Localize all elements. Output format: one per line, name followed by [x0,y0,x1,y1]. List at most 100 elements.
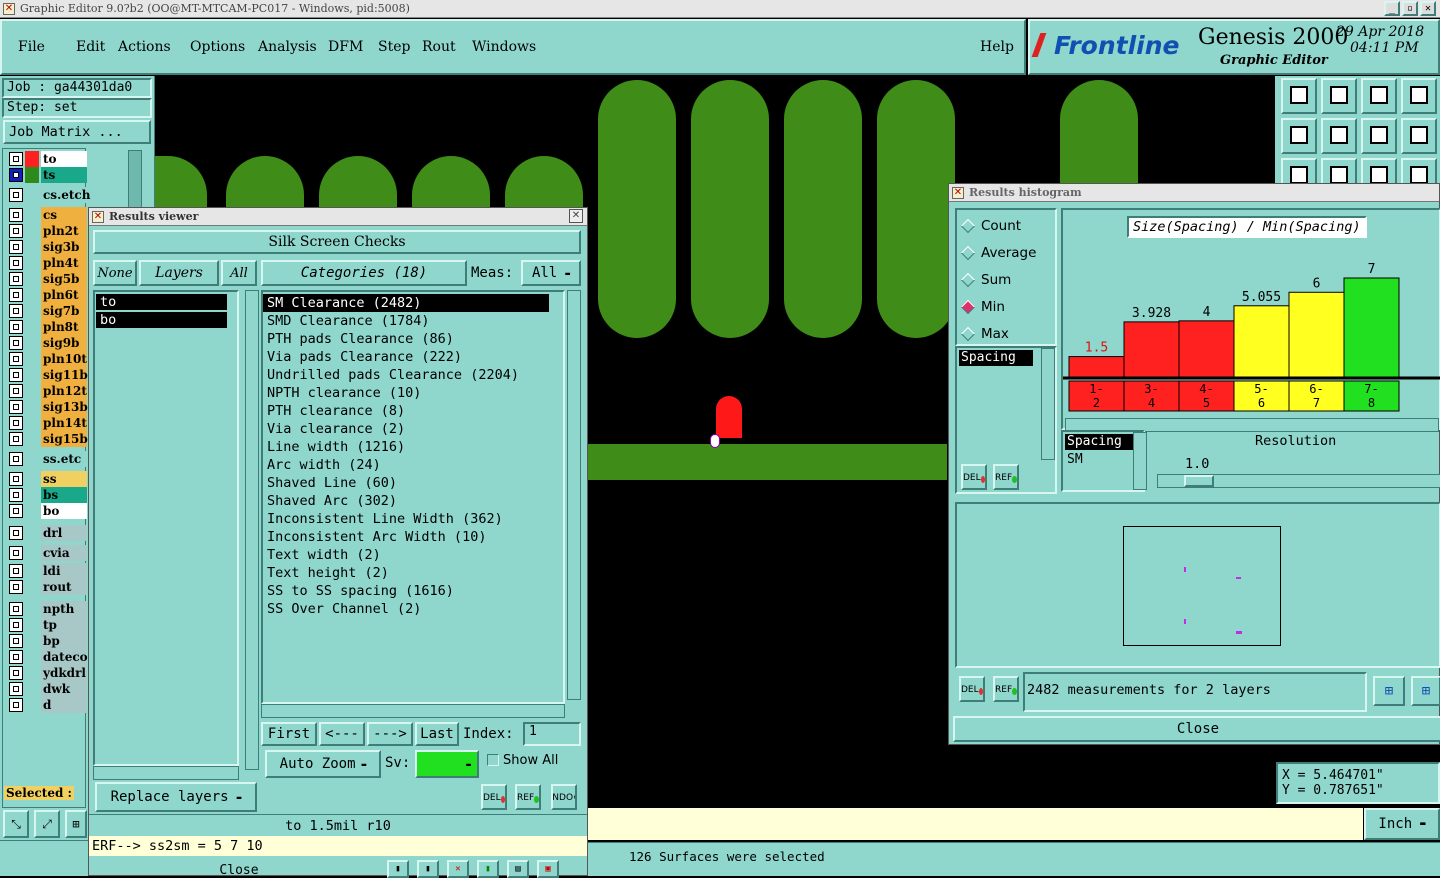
results-viewer-close-button[interactable]: Close [89,856,389,877]
menu-options[interactable]: Options [186,39,254,55]
bottom-tool-icon[interactable]: ▮ [417,860,439,878]
categories-button[interactable]: Categories (18) [261,260,467,286]
category-item[interactable]: Text height (2) [263,564,563,582]
sv-color-dropdown[interactable]: ▬ [415,750,479,778]
layer-row-drl[interactable]: drl [7,525,87,541]
radio-sum[interactable]: Sum [957,266,1055,293]
toolbar-icon-5[interactable] [1281,118,1317,154]
bottom-tool-icon[interactable]: ✕ [447,860,469,878]
menu-step[interactable]: Step [374,39,418,55]
category-item[interactable]: Text width (2) [263,546,563,564]
layer-checkbox[interactable] [9,698,23,712]
layer-row-pln12t[interactable]: pln12t [7,383,87,399]
all-button[interactable]: All [221,260,257,286]
categories-scrollbar[interactable] [567,290,581,700]
radio-min[interactable]: Min [957,293,1055,320]
layer-row-rout[interactable]: rout [7,579,87,595]
layer-checkbox[interactable] [9,618,23,632]
category-item[interactable]: SM Clearance (2482) [263,294,549,312]
histogram-bar[interactable] [1233,305,1290,379]
radio-count[interactable]: Count [957,212,1055,239]
category-item[interactable]: Arc width (24) [263,456,563,474]
layer-row-dwk[interactable]: dwk [7,681,87,697]
layer-row-sig7b[interactable]: sig7b [7,303,87,319]
layer-row-sig3b[interactable]: sig3b [7,239,87,255]
replace-layers-dropdown[interactable]: Replace layers ▬ [95,782,257,812]
layer-row-ldi[interactable]: ldi [7,563,87,579]
layer-checkbox[interactable] [9,152,23,166]
help-menu[interactable]: Help [980,39,1014,55]
ref-icon[interactable]: REF [515,784,541,810]
menu-rout[interactable]: Rout [418,39,468,55]
layer-checkbox[interactable] [9,288,23,302]
histogram-export-icon[interactable]: ⊞ [1373,676,1405,706]
layer-checkbox[interactable] [9,384,23,398]
result-layer-item[interactable]: to [96,294,227,310]
category-item[interactable]: NPTH clearance (10) [263,384,563,402]
layer-row-pln2t[interactable]: pln2t [7,223,87,239]
histogram-ref-icon[interactable]: REF [993,464,1019,490]
toolbar-icon-2[interactable] [1321,78,1357,114]
histogram-del-icon[interactable]: DEL [961,464,987,490]
toolbar-icon-3[interactable] [1361,78,1397,114]
layer-row-sig9b[interactable]: sig9b [7,335,87,351]
category-item[interactable]: PTH pads Clearance (86) [263,330,563,348]
layer-row-sig11b[interactable]: sig11b [7,367,88,383]
bottom-tool-icon[interactable]: ▮ [387,860,409,878]
measure-list-scrollbar[interactable] [1041,348,1055,460]
layer-row-bs[interactable]: bs [7,487,87,503]
job-matrix-button[interactable]: Job Matrix ... [3,120,151,144]
layer-row-cs.etch[interactable]: cs.etch [7,187,90,203]
category-item[interactable]: SMD Clearance (1784) [263,312,563,330]
summary-ref-icon[interactable]: REF [993,676,1019,702]
categories-hscroll[interactable] [261,704,565,718]
layer-checkbox[interactable] [9,634,23,648]
layer-checkbox[interactable] [9,304,23,318]
bins-list-scrollbar[interactable] [1133,432,1147,490]
category-item[interactable]: Line width (1216) [263,438,563,456]
category-item[interactable]: PTH clearance (8) [263,402,563,420]
radio-indicator[interactable] [960,272,976,287]
category-item[interactable]: Inconsistent Arc Width (10) [263,528,563,546]
bottom-tool-icon[interactable]: ▤ [507,860,529,878]
layer-checkbox[interactable] [9,602,23,616]
result-layer-item[interactable]: bo [96,312,227,328]
histogram-bar[interactable] [1288,291,1345,379]
layer-row-ts[interactable]: ts [7,167,87,183]
category-item[interactable]: Shaved Arc (302) [263,492,563,510]
layer-row-cvia[interactable]: cvia [7,545,87,561]
category-item[interactable]: SS Over Channel (2) [263,600,563,618]
summary-del-icon[interactable]: DEL [959,676,985,702]
layer-checkbox[interactable] [9,666,23,680]
histogram-bar[interactable] [1343,277,1400,379]
layer-checkbox[interactable] [9,400,23,414]
next-button[interactable]: ---> [367,722,413,746]
radio-indicator[interactable] [960,299,976,314]
last-button[interactable]: Last [415,722,459,746]
layer-results-hscroll[interactable] [93,766,239,780]
bottom-tool-icon[interactable]: ▣ [537,860,559,878]
layer-checkbox[interactable] [9,240,23,254]
index-input[interactable]: 1 [523,722,581,746]
layer-row-to[interactable]: to [7,151,87,167]
resolution-slider[interactable] [1157,474,1440,488]
layer-checkbox[interactable] [9,336,23,350]
layer-checkbox[interactable] [9,452,23,466]
toolbar-icon-7[interactable] [1361,118,1397,154]
none-button[interactable]: None [93,260,137,286]
category-item[interactable]: Via clearance (2) [263,420,563,438]
undo-icon[interactable]: UNDO↺ [551,784,577,810]
layer-row-npth[interactable]: npth [7,601,87,617]
layer-checkbox[interactable] [9,208,23,222]
layer-row-dateco[interactable]: dateco [7,649,88,665]
menu-windows[interactable]: Windows [468,39,536,55]
category-item[interactable]: Inconsistent Line Width (362) [263,510,563,528]
prev-button[interactable]: <--- [319,722,365,746]
layer-checkbox[interactable] [9,504,23,518]
layer-checkbox[interactable] [9,168,23,182]
preview-map[interactable] [1123,526,1281,646]
bottom-tool-icon[interactable]: ▮ [477,860,499,878]
histogram-bar[interactable] [1178,320,1235,379]
layer-checkbox[interactable] [9,416,23,430]
first-button[interactable]: First [261,722,317,746]
